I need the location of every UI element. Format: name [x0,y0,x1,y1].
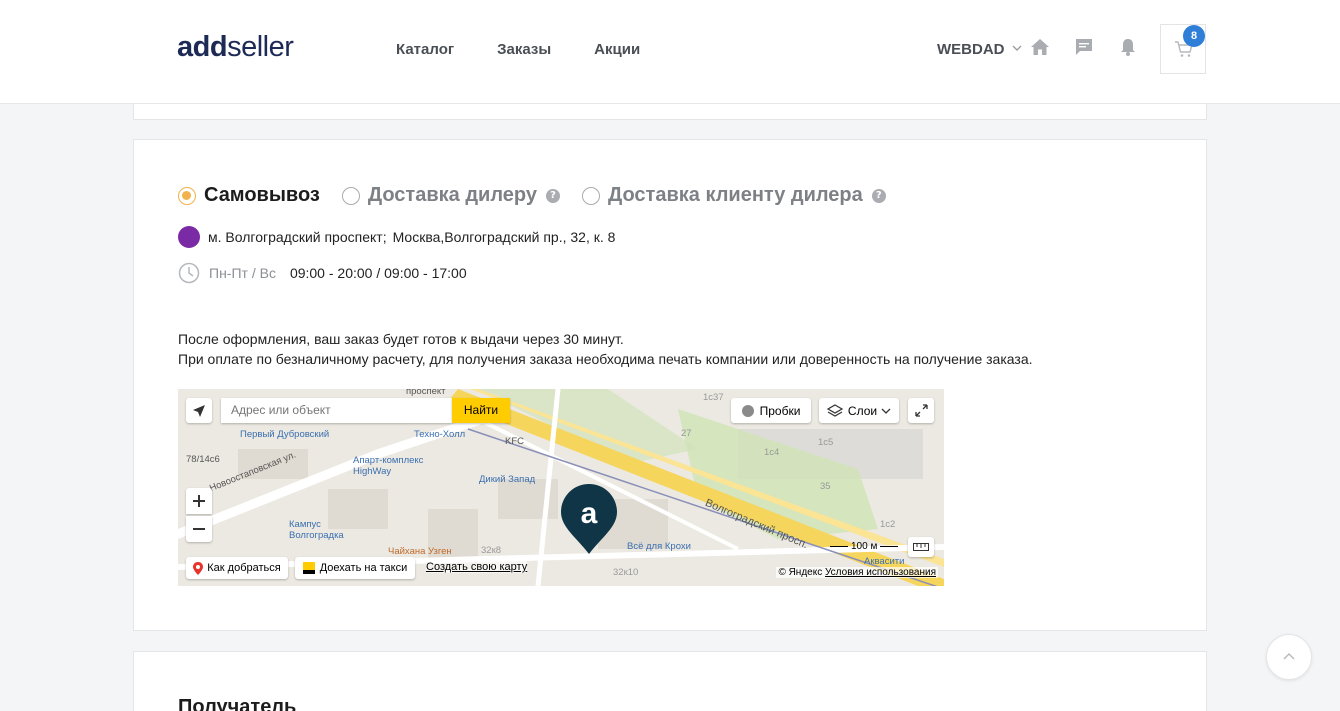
bell-icon[interactable] [1118,37,1138,57]
map-label-kampus: Кампус Волгоградка [289,519,344,541]
chevron-down-icon[interactable] [1012,43,1022,53]
map-label-kfc: KFC [505,436,524,447]
traffic-label: Пробки [759,403,801,418]
user-menu[interactable]: WEBDAD [937,41,1005,58]
delivery-card: Самовывоз Доставка дилеру ? Доставка кли… [133,139,1207,631]
delivery-options: Самовывоз Доставка дилеру ? Доставка кли… [178,184,908,207]
radio-dealer-delivery[interactable] [341,186,360,205]
zoom-in-button[interactable] [186,488,212,514]
pickup-address: м. Волгоградский проспект; Москва,Волгог… [178,226,615,248]
map-label-tekhno: Техно-Холл [414,429,466,440]
map-label-diky: Дикий Запад [479,474,536,485]
taxi-button[interactable]: Доехать на такси [295,557,415,579]
metro-icon [178,226,200,248]
map-label-krokhi: Всё для Крохи [627,541,691,552]
main-nav: Каталог Заказы Акции [396,41,640,58]
zoom-out-button[interactable] [186,516,212,542]
pin-icon [193,561,204,575]
plus-icon [193,495,205,507]
attribution-text: © Яндекс [778,567,823,578]
option-pickup-label: Самовывоз [204,184,320,206]
nav-catalog[interactable]: Каталог [396,41,454,58]
help-icon[interactable]: ? [545,188,560,203]
recipient-card: Получатель [133,651,1207,711]
taxi-icon [302,562,315,574]
layers-icon [826,403,843,417]
scroll-top-button[interactable] [1266,634,1312,680]
clock-icon [178,262,200,284]
chevron-down-icon [881,408,891,414]
ruler-button[interactable] [908,537,934,557]
map-label-78: 78/14с6 [186,454,220,465]
nav-orders[interactable]: Заказы [497,41,551,58]
map-label-35: 35 [820,481,831,492]
help-icon[interactable]: ? [871,188,886,203]
chat-icon[interactable] [1074,37,1094,57]
cart-count-badge: 8 [1183,25,1205,47]
fullscreen-button[interactable] [908,398,934,423]
terms-link[interactable]: Условия использования [825,567,936,578]
taxi-label: Доехать на такси [319,562,408,574]
work-time: 09:00 - 20:00 / 09:00 - 17:00 [289,265,467,281]
map-label-akvasiti: Аквасити [864,556,905,567]
minus-icon [193,528,205,530]
chevron-up-icon [1283,653,1295,660]
route-button[interactable]: Как добраться [186,557,288,579]
traffic-button[interactable]: Пробки [731,398,811,423]
nav-promotions[interactable]: Акции [594,41,640,58]
logo-bold: add [177,31,228,63]
map-label-32k8: 32к8 [481,545,502,556]
map-label-prospekt: проспект [406,389,446,397]
expand-icon [914,404,928,417]
map-label-1c37: 1с37 [703,392,724,403]
svg-text:a: a [581,497,598,530]
work-days: Пн-Пт / Вс [209,265,276,281]
option-dealer-delivery-label: Доставка дилеру [367,184,537,206]
map-label-1c4: 1с4 [764,447,780,458]
ruler-icon [913,543,929,551]
radio-client-delivery[interactable] [581,186,600,205]
option-client-delivery-label: Доставка клиенту дилера [607,184,863,206]
pickup-hours: Пн-Пт / Вс 09:00 - 20:00 / 09:00 - 17:00 [178,262,467,284]
map-search-input[interactable] [221,398,452,423]
map-label-1c2: 1с2 [880,519,896,530]
route-label: Как добраться [207,562,281,574]
map-label-highway: Апарт-комплекс HighWay [353,455,424,477]
layers-label: Слои [847,403,878,418]
map-label-dubrovsky: Первый Дубровский [240,429,330,440]
recipient-title: Получатель [178,696,297,711]
layers-button[interactable]: Слои [819,398,899,423]
logo-light: seller [227,31,294,63]
map-scale: 100 м [830,541,899,552]
pickup-note: После оформления, ваш заказ будет готов … [178,329,1033,369]
map-label-1c5: 1с5 [818,437,834,448]
map-label-chaihana: Чайхана Узген [388,546,452,557]
map-attribution: © Яндекс Условия использования [776,567,938,578]
note-line-2: При оплате по безналичному расчету, для … [178,351,1033,367]
logo[interactable]: addseller [177,31,294,64]
option-client-delivery[interactable]: Доставка клиенту дилера ? [581,184,886,207]
note-line-1: После оформления, ваш заказ будет готов … [178,331,624,347]
map-search-button[interactable]: Найти [452,398,510,423]
yandex-map[interactable]: a проспект Первый Дубровский Техно-Холл … [178,389,944,586]
scale-label: 100 м [851,541,878,552]
top-header: addseller Каталог Заказы Акции WEBDAD 8 [0,0,1340,104]
create-map-link[interactable]: Создать свою карту [426,561,528,573]
metro-station: м. Волгоградский проспект; [208,229,387,245]
traffic-icon [741,404,754,417]
geolocation-button[interactable] [186,398,212,423]
address-text: Москва,Волгоградский пр., 32, к. 8 [392,229,616,245]
home-icon[interactable] [1030,37,1050,57]
locate-arrow-icon [193,404,205,417]
option-pickup[interactable]: Самовывоз [178,184,320,207]
radio-pickup[interactable] [178,186,196,205]
option-dealer-delivery[interactable]: Доставка дилеру ? [341,184,560,207]
map-label-32k10: 32к10 [613,567,639,578]
map-label-27: 27 [681,428,692,439]
